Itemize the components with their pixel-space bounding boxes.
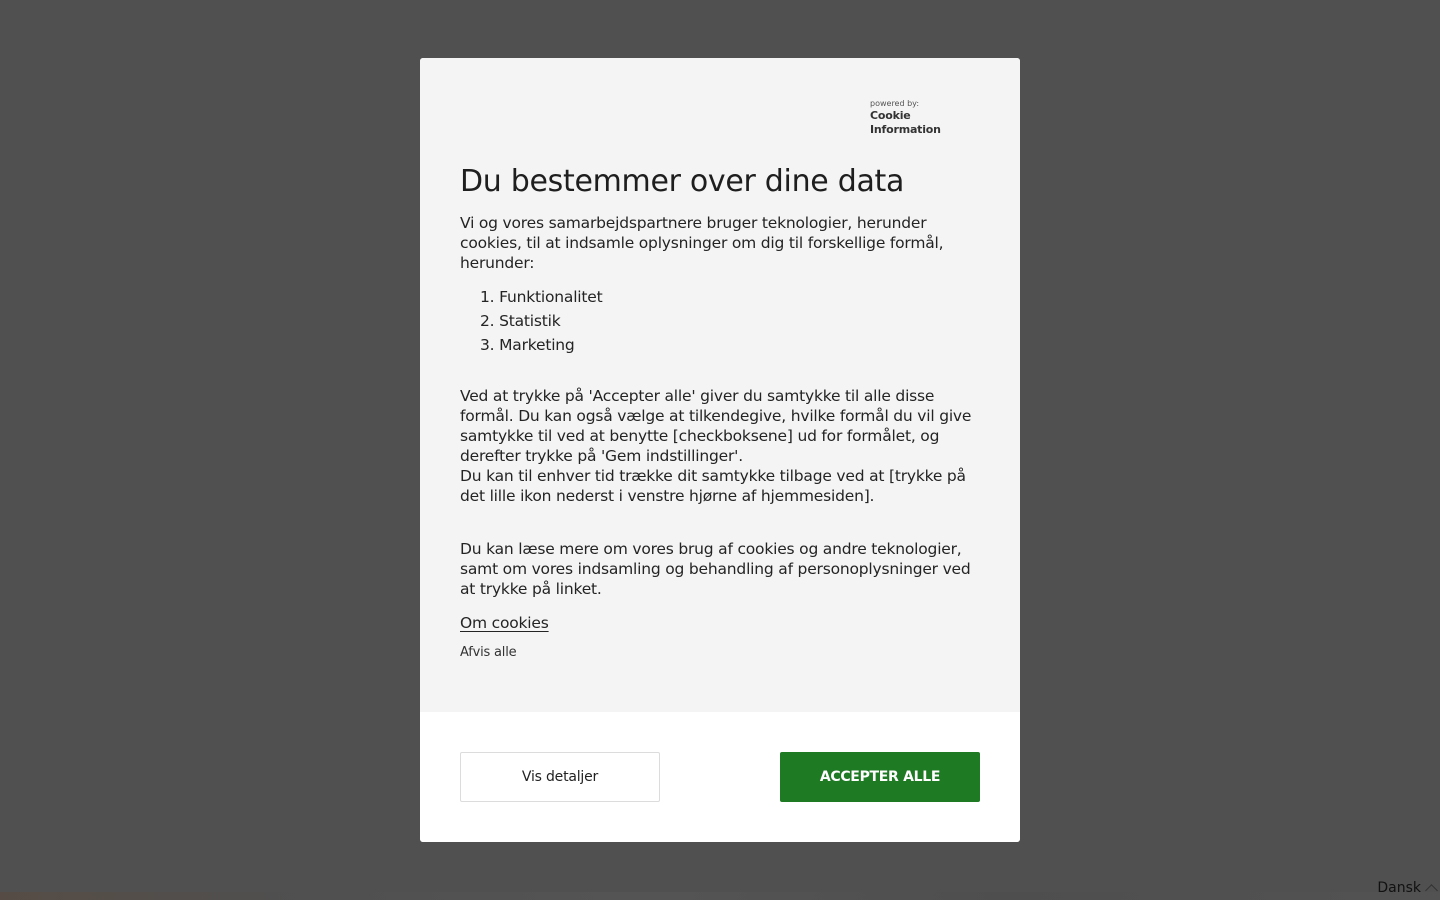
- purpose-item: 3. Marketing: [480, 336, 575, 354]
- brand-name: Cookie Information: [870, 109, 941, 136]
- about-cookies-link[interactable]: Om cookies: [460, 614, 549, 632]
- dialog-body: powered by: Cookie Information Du bestem…: [420, 58, 1020, 712]
- dialog-footer: Vis detaljer ACCEPTER ALLE: [420, 712, 1020, 842]
- consent-text: Ved at trykke på 'Accepter alle' giver d…: [460, 387, 972, 465]
- language-label: Dansk: [1377, 880, 1421, 896]
- show-details-button[interactable]: Vis detaljer: [460, 752, 660, 802]
- reject-all-button[interactable]: Afvis alle: [460, 645, 517, 660]
- purpose-item: 2. Statistik: [480, 312, 561, 330]
- cookie-information-logo: powered by: Cookie Information: [870, 99, 980, 137]
- accept-all-button[interactable]: ACCEPTER ALLE: [780, 752, 980, 802]
- withdraw-text: Du kan til enhver tid trække dit samtykk…: [460, 467, 966, 505]
- purposes-list: 1. Funktionalitet 2. Statistik 3. Market…: [480, 285, 603, 357]
- dialog-title: Du bestemmer over dine data: [460, 164, 905, 199]
- more-info-text: Du kan læse mere om vores brug af cookie…: [460, 540, 971, 598]
- intro-text: Vi og vores samarbejdspartnere bruger te…: [460, 214, 944, 272]
- powered-by-label: powered by:: [870, 99, 920, 108]
- purpose-item: 1. Funktionalitet: [480, 288, 603, 306]
- chevron-up-icon: [1425, 884, 1438, 897]
- background-page-strip: [0, 892, 1440, 900]
- consent-explanation: Ved at trykke på 'Accepter alle' giver d…: [460, 386, 985, 506]
- language-selector[interactable]: Dansk: [1377, 880, 1438, 897]
- cookie-consent-dialog: powered by: Cookie Information Du bestem…: [420, 58, 1020, 842]
